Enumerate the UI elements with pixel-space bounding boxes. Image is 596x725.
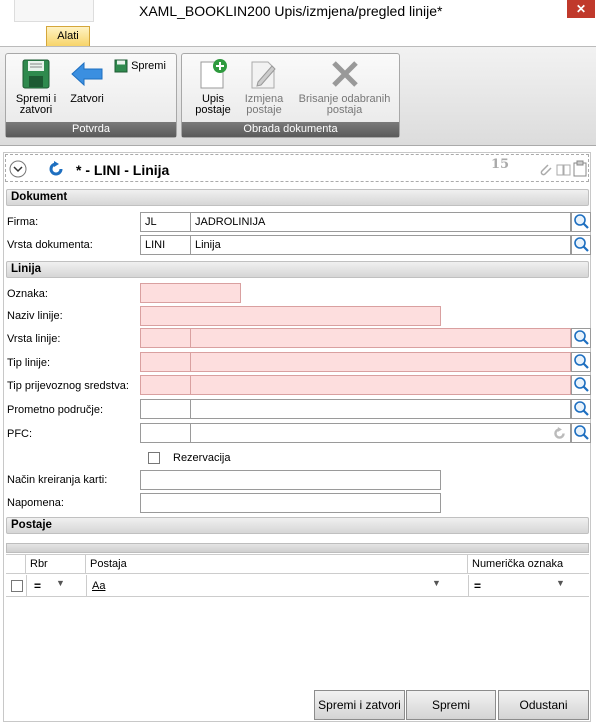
group-obrada-dokumenta: Upis postaje Izmjena postaje Brisanje od… — [181, 53, 400, 138]
tip-prijevoznog-name-field[interactable] — [190, 375, 571, 395]
section-postaje: Postaje — [6, 517, 589, 534]
search-icon[interactable] — [571, 375, 591, 395]
title-bar: XAML_BOOKLIN200 Upis/izmjena/pregled lin… — [0, 0, 596, 24]
chevron-down-icon[interactable]: ▼ — [556, 578, 565, 588]
chevron-down-icon[interactable]: ▼ — [432, 578, 441, 588]
vrsta-dokumenta-name-field[interactable]: Linija — [190, 235, 571, 255]
naziv-linije-label: Naziv linije: — [7, 310, 63, 322]
delete-x-icon — [331, 61, 358, 87]
grid-header: Rbr Postaja Numerička oznaka — [6, 554, 589, 574]
napomena-label: Napomena: — [7, 497, 64, 509]
close-label: Zatvori — [70, 93, 104, 105]
clipboard-icon[interactable] — [573, 160, 587, 177]
footer-cancel-button[interactable]: Odustani — [498, 690, 589, 720]
group-label-potvrda: Potvrda — [6, 122, 176, 137]
floppy-disk-icon — [22, 59, 50, 89]
close-window-button[interactable]: ✕ — [567, 0, 595, 18]
delete-stops-label: Brisanje odabranih postaja — [298, 93, 391, 116]
arrow-left-icon — [71, 61, 103, 87]
postaja-filter-operator[interactable]: Aa — [92, 580, 105, 592]
firma-code-field[interactable]: JL — [140, 212, 191, 232]
vrsta-linije-label: Vrsta linije: — [7, 333, 61, 345]
window-title: XAML_BOOKLIN200 Upis/izmjena/pregled lin… — [139, 3, 443, 19]
vrsta-linije-name-field[interactable] — [190, 328, 571, 348]
save-close-button[interactable]: Spremi i zatvori — [10, 58, 62, 116]
footer-save-close-button[interactable]: Spremi i zatvori — [314, 690, 405, 720]
tip-linije-name-field[interactable] — [190, 352, 571, 372]
tab-alati[interactable]: Alati — [46, 26, 90, 46]
floppy-disk-small-icon — [114, 59, 128, 73]
firma-label: Firma: — [7, 216, 39, 228]
rezervacija-checkbox[interactable] — [148, 452, 160, 464]
tip-prijevoznog-code-field[interactable] — [140, 375, 191, 395]
quick-access-toolbar[interactable] — [14, 0, 94, 22]
add-stop-button[interactable]: Upis postaje — [186, 58, 240, 116]
num-filter-operator[interactable]: = — [474, 579, 481, 593]
close-button[interactable]: Zatvori — [66, 58, 108, 105]
prometno-podrucje-code-field[interactable] — [140, 399, 191, 419]
oznaka-label: Oznaka: — [7, 288, 48, 300]
oznaka-field[interactable] — [140, 283, 241, 303]
refresh-icon[interactable] — [48, 161, 64, 177]
search-icon[interactable] — [571, 352, 591, 372]
search-icon[interactable] — [571, 399, 591, 419]
grid-group-panel — [6, 543, 589, 553]
group-label-obrada: Obrada dokumenta — [182, 122, 399, 137]
vrsta-dokumenta-label: Vrsta dokumenta: — [7, 239, 93, 251]
save-label: Spremi — [131, 59, 166, 72]
rbr-filter-operator[interactable]: = — [34, 579, 41, 593]
grid-filter-row: = ▼ Aa ▼ = ▼ — [6, 575, 589, 597]
document-title: * - LINI - Linija — [76, 162, 170, 178]
naziv-linije-field[interactable] — [140, 306, 441, 326]
ribbon-tabs: Alati — [0, 24, 596, 46]
collapse-chevron-icon[interactable] — [9, 160, 27, 178]
nacin-kreiranja-field[interactable] — [140, 470, 441, 490]
tip-linije-label: Tip linije: — [7, 357, 50, 369]
vrsta-linije-code-field[interactable] — [140, 328, 191, 348]
search-icon[interactable] — [571, 235, 591, 255]
column-postaja[interactable]: Postaja — [86, 555, 468, 573]
chevron-down-icon[interactable]: ▼ — [56, 578, 65, 588]
new-document-icon — [200, 59, 227, 89]
edit-stop-label: Izmjena postaje — [244, 93, 284, 116]
tip-prijevoznog-label: Tip prijevoznog sredstva: — [7, 380, 129, 392]
column-numericka-oznaka[interactable]: Numerička oznaka — [468, 555, 589, 573]
column-rbr[interactable]: Rbr — [26, 555, 86, 573]
grid-select-column — [6, 555, 26, 573]
search-icon[interactable] — [571, 423, 591, 443]
ribbon: Spremi i zatvori Zatvori Spremi Potvrda … — [0, 46, 596, 146]
save-close-label: Spremi i zatvori — [15, 93, 57, 116]
pfc-name-field[interactable] — [190, 423, 571, 443]
add-stop-label: Upis postaje — [195, 93, 231, 116]
grid-select-all-checkbox[interactable] — [11, 580, 23, 592]
nacin-kreiranja-label: Način kreiranja karti: — [7, 474, 108, 486]
form-panel: * - LINI - Linija 15 Dokument Firma: JL … — [3, 152, 591, 722]
prometno-podrucje-name-field[interactable] — [190, 399, 571, 419]
attachment-icon[interactable] — [537, 161, 553, 177]
document-number: 15 — [491, 157, 510, 172]
save-button[interactable]: Spremi — [114, 59, 174, 73]
napomena-field[interactable] — [140, 493, 441, 513]
prometno-podrucje-label: Prometno područje: — [7, 404, 103, 416]
refresh-icon[interactable] — [553, 427, 566, 440]
document-header: * - LINI - Linija 15 — [5, 154, 589, 182]
footer-save-button[interactable]: Spremi — [406, 690, 496, 720]
firma-name-field[interactable]: JADROLINIJA — [190, 212, 571, 232]
group-potvrda: Spremi i zatvori Zatvori Spremi Potvrda — [5, 53, 177, 138]
pfc-code-field[interactable] — [140, 423, 191, 443]
edit-stop-button[interactable]: Izmjena postaje — [240, 58, 288, 116]
search-icon[interactable] — [571, 212, 591, 232]
delete-stops-button[interactable]: Brisanje odabranih postaja — [292, 58, 397, 116]
vrsta-dokumenta-code-field[interactable]: LINI — [140, 235, 191, 255]
search-icon[interactable] — [571, 328, 591, 348]
edit-document-icon — [251, 61, 276, 89]
tip-linije-code-field[interactable] — [140, 352, 191, 372]
section-linija: Linija — [6, 261, 589, 278]
section-dokument: Dokument — [6, 189, 589, 206]
pfc-label: PFC: — [7, 428, 33, 440]
rezervacija-label: Rezervacija — [173, 452, 231, 464]
book-icon[interactable] — [556, 161, 572, 177]
